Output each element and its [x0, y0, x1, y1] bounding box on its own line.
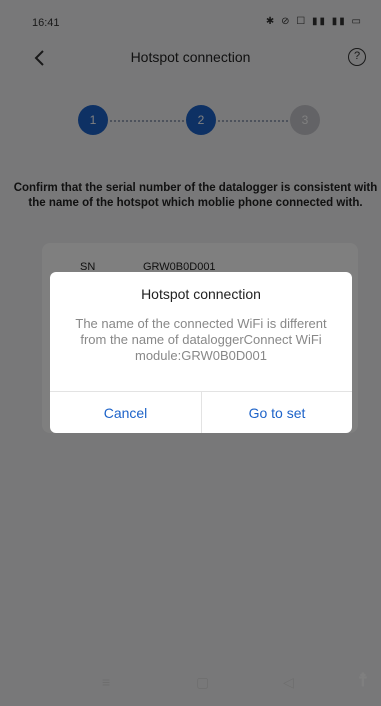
dialog-actions: Cancel Go to set	[50, 391, 352, 433]
dialog-title: Hotspot connection	[141, 286, 261, 302]
dialog-message: The name of the connected WiFi is differ…	[75, 316, 327, 363]
hotspot-dialog: Hotspot connection The name of the conne…	[50, 272, 352, 433]
go-to-set-button[interactable]: Go to set	[201, 392, 352, 433]
cancel-button[interactable]: Cancel	[50, 392, 201, 433]
screen: 16:41 ✱ ⊘ ☐ ▮▮ ▮▮ ▭ Hotspot connection ?…	[0, 0, 381, 706]
